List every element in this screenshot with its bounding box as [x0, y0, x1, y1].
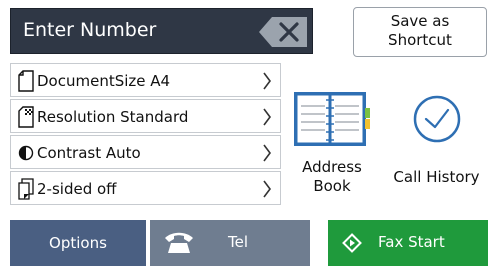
two-sided-icon: [18, 178, 34, 200]
setting-label: DocumentSize A4: [37, 72, 171, 90]
clock-icon: [413, 95, 460, 143]
options-button[interactable]: Options: [10, 220, 146, 266]
setting-label: Contrast Auto: [37, 144, 141, 162]
document-icon: [18, 70, 34, 92]
shortcut-label: Shortcut: [388, 31, 452, 49]
contrast-icon: [18, 145, 34, 161]
start-diamond-icon: [342, 233, 362, 253]
number-entry-placeholder: Enter Number: [23, 19, 157, 41]
save-as-shortcut-button[interactable]: Save as Shortcut: [353, 7, 487, 57]
address-book-button[interactable]: Address Book: [286, 88, 378, 208]
setting-resolution[interactable]: Resolution Standard: [10, 99, 281, 133]
chevron-right-icon: [263, 108, 271, 126]
telephone-icon: [165, 232, 193, 253]
book-label: Book: [313, 177, 351, 195]
resolution-icon: [18, 106, 34, 128]
address-book-icon: [294, 92, 370, 146]
chevron-right-icon: [263, 72, 271, 90]
chevron-right-icon: [263, 180, 271, 198]
backspace-icon[interactable]: [258, 16, 308, 48]
setting-label: 2-sided off: [37, 180, 117, 198]
call-history-button[interactable]: Call History: [385, 88, 488, 208]
setting-two-sided[interactable]: 2-sided off: [10, 171, 281, 205]
fax-settings-list: DocumentSize A4 Resolution Standard Cont…: [10, 63, 281, 205]
setting-document-size[interactable]: DocumentSize A4: [10, 63, 281, 97]
tel-label: Tel: [228, 233, 249, 251]
number-entry-field[interactable]: Enter Number: [10, 8, 313, 54]
fax-start-label: Fax Start: [378, 233, 445, 251]
address-label: Address: [302, 158, 362, 176]
tel-button[interactable]: Tel: [150, 220, 310, 266]
chevron-right-icon: [263, 144, 271, 162]
fax-start-button[interactable]: Fax Start: [328, 220, 488, 266]
call-history-label: Call History: [393, 168, 480, 186]
save-as-label: Save as: [390, 12, 450, 30]
setting-contrast[interactable]: Contrast Auto: [10, 135, 281, 169]
setting-label: Resolution Standard: [37, 108, 189, 126]
